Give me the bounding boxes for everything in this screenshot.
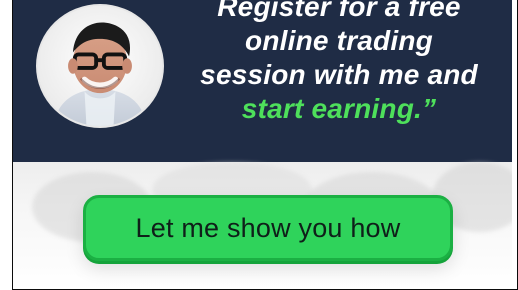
banner-bottom: Let me show you how: [12, 162, 518, 290]
cta-button[interactable]: Let me show you how: [83, 195, 453, 261]
avatar: [36, 4, 164, 128]
quote-line-3: session with me and: [200, 59, 478, 90]
left-page-margin: [0, 0, 12, 290]
cta-button-label: Let me show you how: [135, 212, 401, 243]
promo-banner: Register for a free online trading sessi…: [12, 0, 518, 290]
person-avatar-icon: [38, 6, 162, 126]
banner-top: Register for a free online trading sessi…: [12, 0, 518, 162]
quote-line-4: start earning.”: [241, 93, 437, 124]
right-page-margin: [512, 0, 518, 290]
quote-line-1: Register for a free: [217, 0, 461, 22]
promo-quote: Register for a free online trading sessi…: [174, 0, 504, 140]
quote-line-2: online trading: [245, 25, 433, 56]
